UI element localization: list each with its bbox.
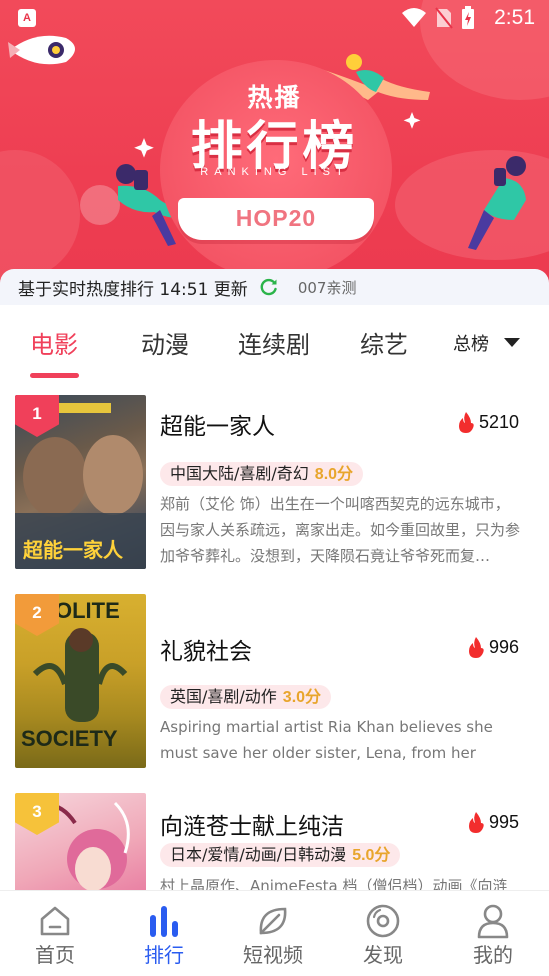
nav-label: 短视频: [243, 943, 303, 967]
wifi-icon: [402, 8, 426, 27]
no-sim-icon: [435, 7, 453, 29]
nav-short-video[interactable]: 短视频: [223, 891, 323, 976]
poster-title-text: SOCIETY: [21, 726, 118, 751]
genre-tag: 中国大陆/喜剧/奇幻 8.0分: [160, 462, 364, 486]
ranking-screen: 热播 排行榜 RANKING LIST HOP20 A 2:51 基于实时热度排…: [0, 0, 549, 976]
poster-title-text: OLITE: [55, 598, 120, 623]
status-time: 2:51: [494, 6, 535, 29]
nav-home[interactable]: 首页: [5, 891, 105, 976]
fire-icon: [468, 812, 484, 833]
home-icon: [40, 906, 70, 936]
tab-variety[interactable]: 综艺: [360, 325, 408, 360]
poster-image[interactable]: 超能一家人 1: [15, 395, 146, 569]
ranking-list: 超能一家人 1 超能一家人 5210 中国大陆/喜剧/奇幻 8.0分 郑前（艾伦 …: [0, 377, 549, 890]
dropdown-arrow-icon[interactable]: [504, 338, 520, 347]
hot-count: 996: [467, 636, 519, 658]
list-item[interactable]: 3 向涟苍士献上纯洁 995 日本/爱情/动画/日韩动漫 5.0分 村上晶原作、A…: [0, 793, 549, 890]
banner-subtitle: RANKING LIST: [200, 166, 349, 178]
item-description: Aspiring martial artist Ria Khan believe…: [160, 718, 493, 762]
category-tabs: 电影 动漫 连续剧 综艺 总榜: [0, 305, 549, 378]
nav-label: 排行: [144, 943, 184, 967]
battery-charging-icon: [462, 6, 474, 29]
tab-series[interactable]: 连续剧: [238, 325, 310, 360]
nav-label: 首页: [35, 943, 75, 967]
genre-text: 中国大陆/喜剧/奇幻: [170, 464, 309, 483]
genre-text: 日本/爱情/动画/日韩动漫: [170, 845, 347, 864]
update-tag: 007亲测: [297, 278, 357, 297]
nav-mine[interactable]: 我的: [443, 891, 543, 976]
leaf-icon: [259, 907, 287, 935]
item-title[interactable]: 向涟苍士献上纯洁: [160, 807, 344, 841]
nav-label: 我的: [473, 943, 513, 967]
status-bar: A 2:51: [0, 0, 549, 36]
fire-icon: [468, 637, 484, 658]
nav-discover[interactable]: 发现: [333, 891, 433, 976]
poster-title-text: 超能一家人: [22, 538, 124, 562]
refresh-icon[interactable]: [260, 278, 278, 296]
genre-tag: 日本/爱情/动画/日韩动漫 5.0分: [160, 843, 401, 867]
hot-value: 996: [488, 636, 519, 657]
hot-value: 5210: [478, 411, 519, 432]
update-text: 基于实时热度排行 14:51 更新: [18, 279, 248, 300]
tab-movie[interactable]: 电影: [30, 325, 78, 360]
list-item[interactable]: 超能一家人 1 超能一家人 5210 中国大陆/喜剧/奇幻 8.0分 郑前（艾伦 …: [0, 395, 549, 595]
item-description: 郑前（艾伦 饰）出生在一个叫喀西契克的远东城市，因与家人关系疏远，离家出走。如今…: [160, 495, 520, 565]
disc-icon: [366, 904, 400, 938]
status-icons: [401, 6, 475, 30]
nav-label: 发现: [363, 943, 403, 967]
tab-anime[interactable]: 动漫: [141, 325, 189, 360]
poster-image[interactable]: 3: [15, 793, 146, 890]
list-item[interactable]: OLITE SOCIETY 2 礼貌社会 996 英国/喜剧/动作 3.0分 As…: [0, 594, 549, 794]
score-text: 5.0分: [352, 847, 391, 864]
poster-image[interactable]: OLITE SOCIETY 2: [15, 594, 146, 768]
hot-value: 995: [488, 811, 519, 832]
hot-count: 995: [467, 811, 519, 833]
score-text: 8.0分: [314, 466, 354, 483]
total-ranking-dropdown[interactable]: 总榜: [453, 330, 489, 356]
user-icon: [477, 904, 509, 939]
item-description: 村上晶原作、AnimeFesta 档（僧侣档）动画《向涟: [160, 877, 508, 890]
update-strip: 基于实时热度排行 14:51 更新 007亲测: [0, 269, 549, 305]
item-title[interactable]: 礼貌社会: [160, 632, 252, 666]
nav-ranking[interactable]: 排行: [114, 891, 214, 976]
ranking-banner: 热播 排行榜 RANKING LIST HOP20: [0, 0, 549, 292]
ranking-icon: [150, 906, 178, 937]
score-text: 3.0分: [282, 689, 322, 706]
app-notification-icon: A: [18, 9, 36, 27]
item-title[interactable]: 超能一家人: [160, 407, 275, 441]
genre-text: 英国/喜剧/动作: [170, 687, 277, 706]
banner-ribbon-text: HOP20: [235, 205, 317, 231]
genre-tag: 英国/喜剧/动作 3.0分: [160, 685, 332, 709]
bottom-navigation: 首页 排行 短视频 发现 我的: [0, 890, 549, 976]
fire-icon: [458, 412, 474, 433]
hot-count: 5210: [457, 411, 519, 433]
